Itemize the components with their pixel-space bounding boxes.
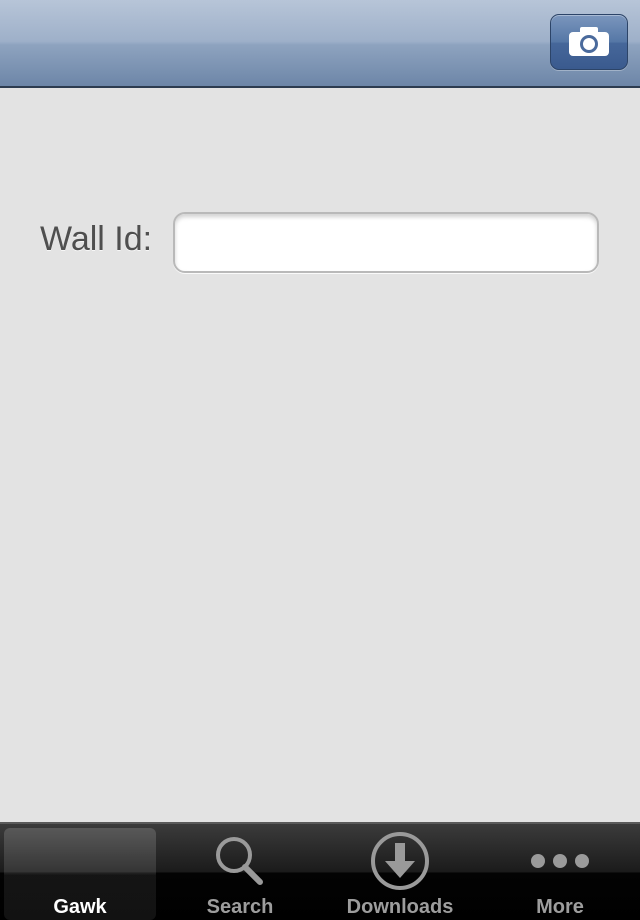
- tab-more-label: More: [536, 896, 584, 918]
- ellipsis-icon: [528, 851, 592, 876]
- gawk-tab-icon-area: [4, 834, 156, 892]
- camera-icon: [567, 26, 611, 58]
- tab-search[interactable]: Search: [164, 828, 316, 920]
- tab-downloads-label: Downloads: [346, 896, 454, 918]
- magnifier-icon: [212, 835, 268, 892]
- tab-downloads[interactable]: Downloads: [324, 828, 476, 920]
- camera-button[interactable]: [550, 14, 628, 70]
- tab-search-label: Search: [206, 896, 274, 918]
- app-screen: Wall Id: Gawk Search Downloads More: [0, 0, 640, 920]
- tab-bar: Gawk Search Downloads More: [0, 822, 640, 920]
- wall-id-label: Wall Id:: [40, 220, 153, 258]
- tab-more[interactable]: More: [484, 828, 636, 920]
- wall-id-input[interactable]: [173, 212, 599, 273]
- download-arrow-icon: [370, 831, 430, 896]
- navigation-bar: [0, 0, 640, 88]
- tab-gawk[interactable]: Gawk: [4, 828, 156, 920]
- tab-gawk-label: Gawk: [53, 896, 107, 918]
